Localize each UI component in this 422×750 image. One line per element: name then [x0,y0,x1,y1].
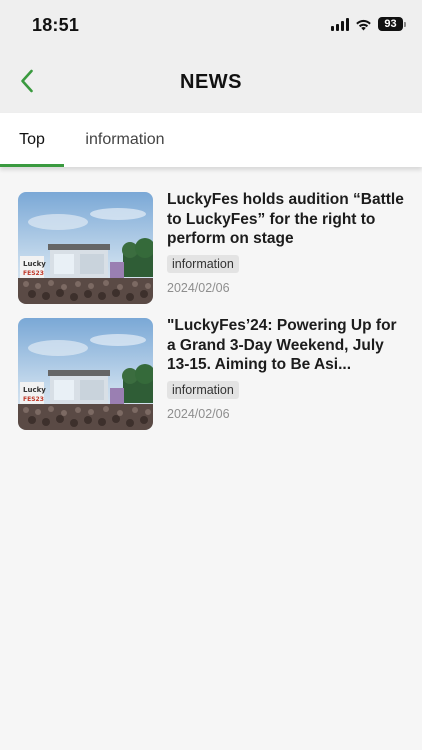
news-date: 2024/02/06 [167,407,230,421]
news-item[interactable]: Lucky FES23 LuckyFes holds audition “Bat… [0,190,422,316]
tab-top-label: Top [19,131,45,148]
news-tag: information [167,381,239,399]
svg-text:Lucky: Lucky [23,386,46,394]
page-title: NEWS [180,71,242,93]
news-title: "LuckyFes’24: Powering Up for a Grand 3-… [167,317,397,373]
news-tag: information [167,255,239,273]
tab-information[interactable]: information [66,113,184,167]
battery-icon: 93 [378,17,406,31]
wifi-icon [355,18,372,31]
news-list: Lucky FES23 LuckyFes holds audition “Bat… [0,190,422,442]
svg-text:Lucky: Lucky [23,260,46,268]
svg-text:FES23: FES23 [23,270,44,277]
signal-icon [331,17,349,31]
battery-level: 93 [378,17,403,31]
news-item[interactable]: Lucky FES23 "LuckyFes’24: Powering Up fo… [0,316,422,442]
status-bar: 18:51 93 [0,0,422,52]
tab-information-label: information [85,131,165,148]
news-thumbnail: Lucky FES23 [18,192,153,304]
news-title: LuckyFes holds audition “Battle to Lucky… [167,191,404,247]
status-icons: 93 [331,17,406,31]
news-date: 2024/02/06 [167,281,230,295]
nav-bar: NEWS [0,52,422,113]
tab-top[interactable]: Top [0,113,64,167]
screen: 18:51 93 NEWS Top information Lucky FES2… [0,0,422,750]
tab-selected-indicator [0,164,64,167]
status-time: 18:51 [32,15,80,35]
tab-bar: Top information [0,113,422,167]
svg-text:FES23: FES23 [23,396,44,403]
news-thumbnail: Lucky FES23 [18,318,153,430]
